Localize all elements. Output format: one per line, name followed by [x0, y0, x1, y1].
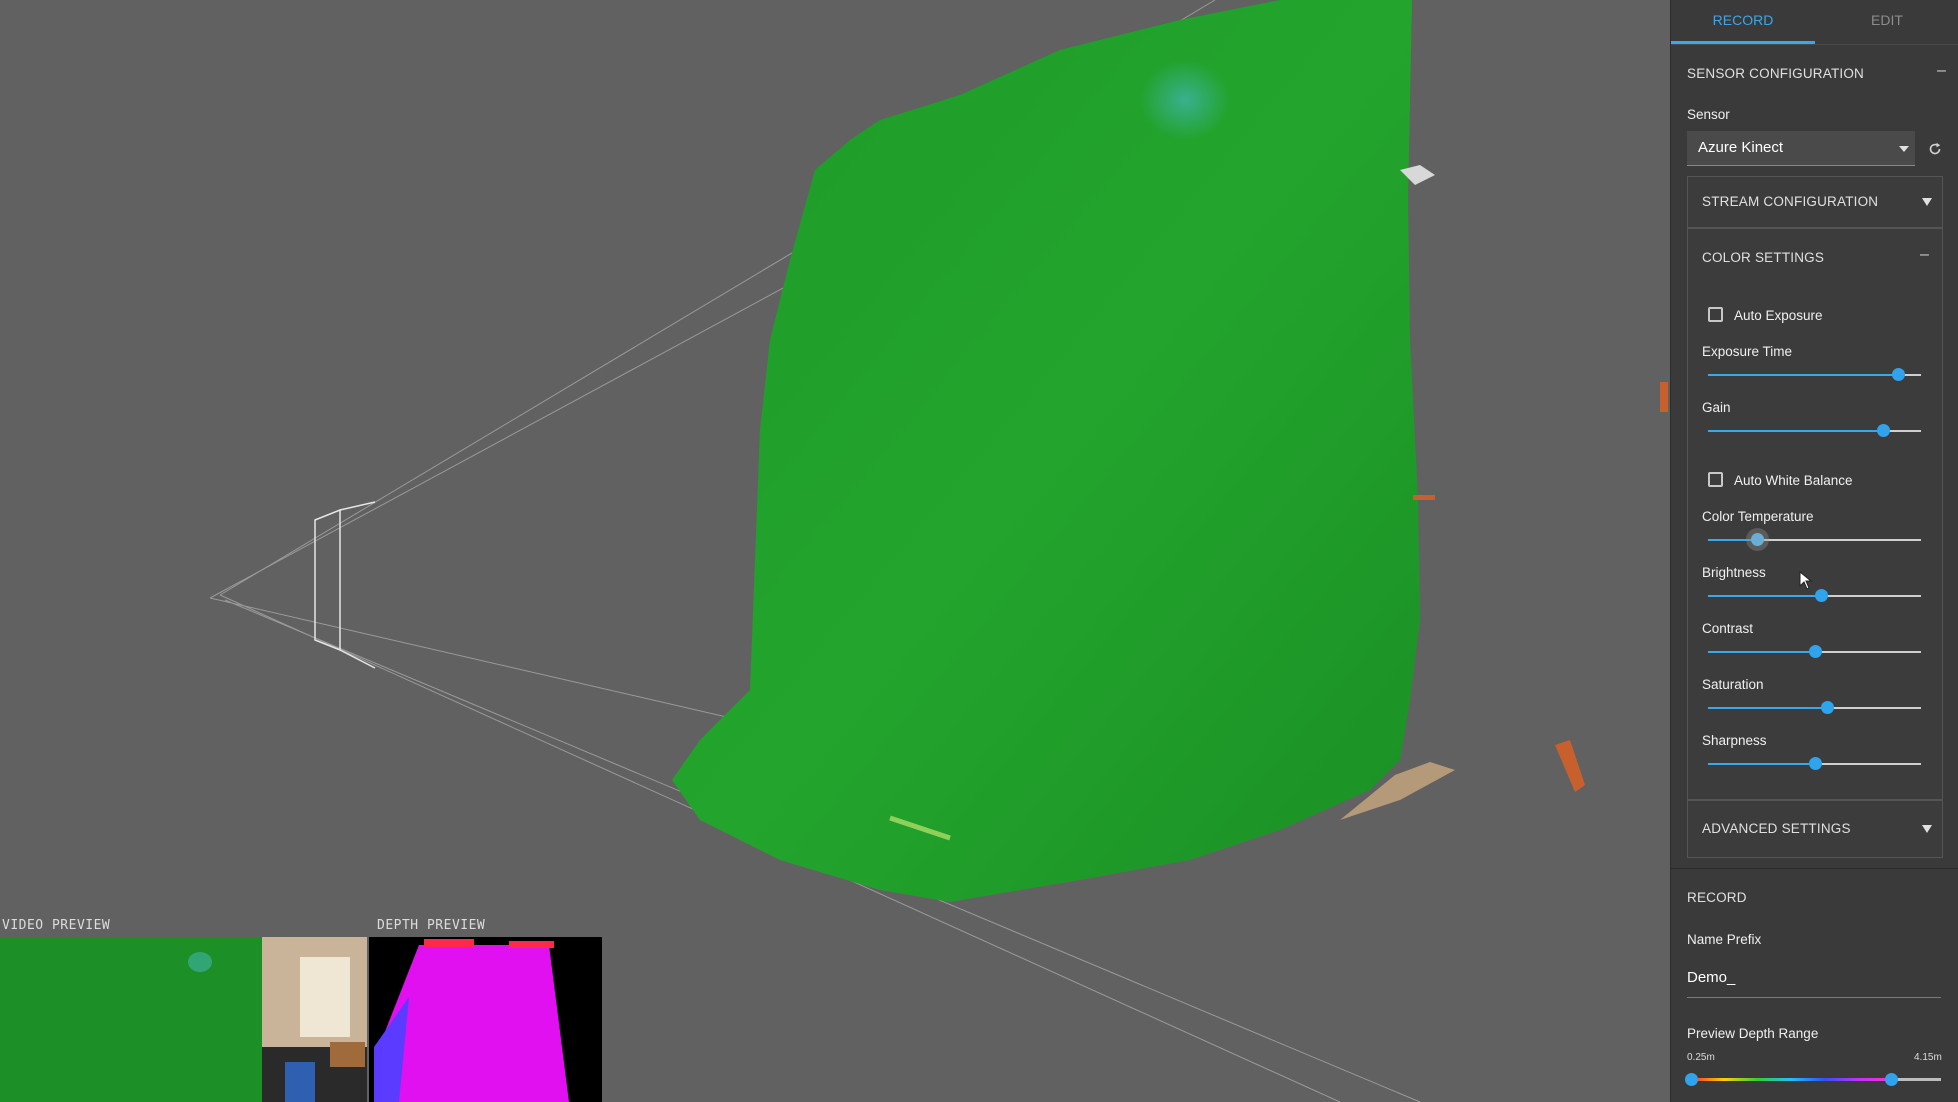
slider-thumb[interactable]: [1821, 701, 1835, 714]
mouse-cursor-icon: [1799, 571, 1813, 590]
slider-fill: [1708, 763, 1815, 765]
sensor-configuration-title: SENSOR CONFIGURATION: [1687, 66, 1865, 81]
slider-fill: [1708, 374, 1898, 376]
auto-white-balance-checkbox[interactable]: [1708, 472, 1723, 487]
auto-exposure-checkbox[interactable]: [1708, 307, 1723, 322]
advanced-settings-section[interactable]: ADVANCED SETTINGS: [1687, 800, 1943, 858]
triangle-down-icon: [1922, 825, 1932, 833]
side-panel: RECORD EDIT SENSOR CONFIGURATION – Senso…: [1670, 0, 1958, 1102]
sharpness-slider[interactable]: [1708, 757, 1921, 771]
brightness-label: Brightness: [1702, 565, 1766, 580]
light-spot: [1140, 60, 1230, 140]
slider-fill: [1708, 430, 1883, 432]
depth-range-gradient-track: [1691, 1078, 1941, 1081]
color-settings-title: COLOR SETTINGS: [1702, 250, 1825, 265]
3d-viewport[interactable]: VIDEO PREVIEW DEPTH PREVIEW: [0, 0, 1670, 1102]
chevron-down-icon: [1899, 146, 1909, 152]
tab-bar: RECORD EDIT: [1671, 0, 1958, 45]
gain-slider[interactable]: [1708, 424, 1921, 438]
depth-preview-label: DEPTH PREVIEW: [377, 918, 486, 933]
video-preview-label: VIDEO PREVIEW: [2, 918, 111, 933]
saturation-label: Saturation: [1702, 677, 1764, 692]
slider-thumb[interactable]: [1891, 368, 1905, 381]
preview-depth-range-label: Preview Depth Range: [1687, 1026, 1819, 1041]
contrast-label: Contrast: [1702, 621, 1754, 636]
name-prefix-value: Demo_: [1687, 969, 1736, 986]
slider-thumb[interactable]: [1876, 424, 1890, 437]
preview-depth-range-slider[interactable]: [1685, 1073, 1941, 1087]
sensor-select[interactable]: Azure Kinect: [1687, 131, 1915, 166]
tab-record[interactable]: RECORD: [1671, 0, 1815, 44]
color-temperature-label: Color Temperature: [1702, 509, 1814, 524]
range-low-thumb[interactable]: [1685, 1073, 1698, 1086]
tab-edit[interactable]: EDIT: [1815, 0, 1958, 44]
collapse-sensor-configuration-button[interactable]: –: [1937, 62, 1946, 80]
advanced-settings-title: ADVANCED SETTINGS: [1702, 821, 1851, 836]
stream-configuration-title: STREAM CONFIGURATION: [1702, 194, 1879, 209]
auto-exposure-label: Auto Exposure: [1734, 308, 1823, 323]
name-prefix-label: Name Prefix: [1687, 932, 1762, 947]
auto-white-balance-label: Auto White Balance: [1734, 473, 1853, 488]
gain-label: Gain: [1702, 400, 1731, 415]
slider-fill: [1708, 651, 1815, 653]
name-prefix-input[interactable]: Demo_: [1687, 965, 1941, 998]
video-preview: [0, 937, 367, 1102]
section-divider: [1671, 868, 1958, 869]
slider-fill: [1708, 707, 1828, 709]
sensor-label: Sensor: [1687, 107, 1730, 122]
range-min-label: 0.25m: [1687, 1052, 1715, 1063]
saturation-slider[interactable]: [1708, 701, 1921, 715]
range-max-label: 4.15m: [1914, 1052, 1942, 1063]
exposure-time-label: Exposure Time: [1702, 344, 1793, 359]
color-temperature-slider[interactable]: [1708, 533, 1921, 547]
depth-preview: [369, 937, 602, 1102]
camera-model: [314, 501, 376, 669]
record-section-title: RECORD: [1687, 890, 1747, 905]
color-settings-section: COLOR SETTINGS – Auto Exposure Exposure …: [1687, 228, 1943, 800]
greenscreen-wall: [672, 0, 1420, 902]
slider-thumb[interactable]: [1814, 589, 1828, 602]
range-high-thumb[interactable]: [1885, 1073, 1898, 1086]
slider-thumb[interactable]: [1750, 533, 1764, 546]
slider-fill: [1708, 595, 1821, 597]
stray-points: [1413, 382, 1668, 792]
refresh-icon[interactable]: [1927, 141, 1943, 157]
exposure-time-slider[interactable]: [1708, 368, 1921, 382]
brightness-slider[interactable]: [1708, 589, 1921, 603]
slider-thumb[interactable]: [1808, 757, 1822, 770]
contrast-slider[interactable]: [1708, 645, 1921, 659]
slider-thumb[interactable]: [1808, 645, 1822, 658]
sensor-select-value: Azure Kinect: [1698, 139, 1784, 156]
sharpness-label: Sharpness: [1702, 733, 1767, 748]
collapse-color-settings-button[interactable]: –: [1920, 246, 1929, 264]
slider-fill: [1708, 539, 1757, 541]
triangle-down-icon: [1922, 198, 1932, 206]
stream-configuration-section[interactable]: STREAM CONFIGURATION: [1687, 176, 1943, 228]
